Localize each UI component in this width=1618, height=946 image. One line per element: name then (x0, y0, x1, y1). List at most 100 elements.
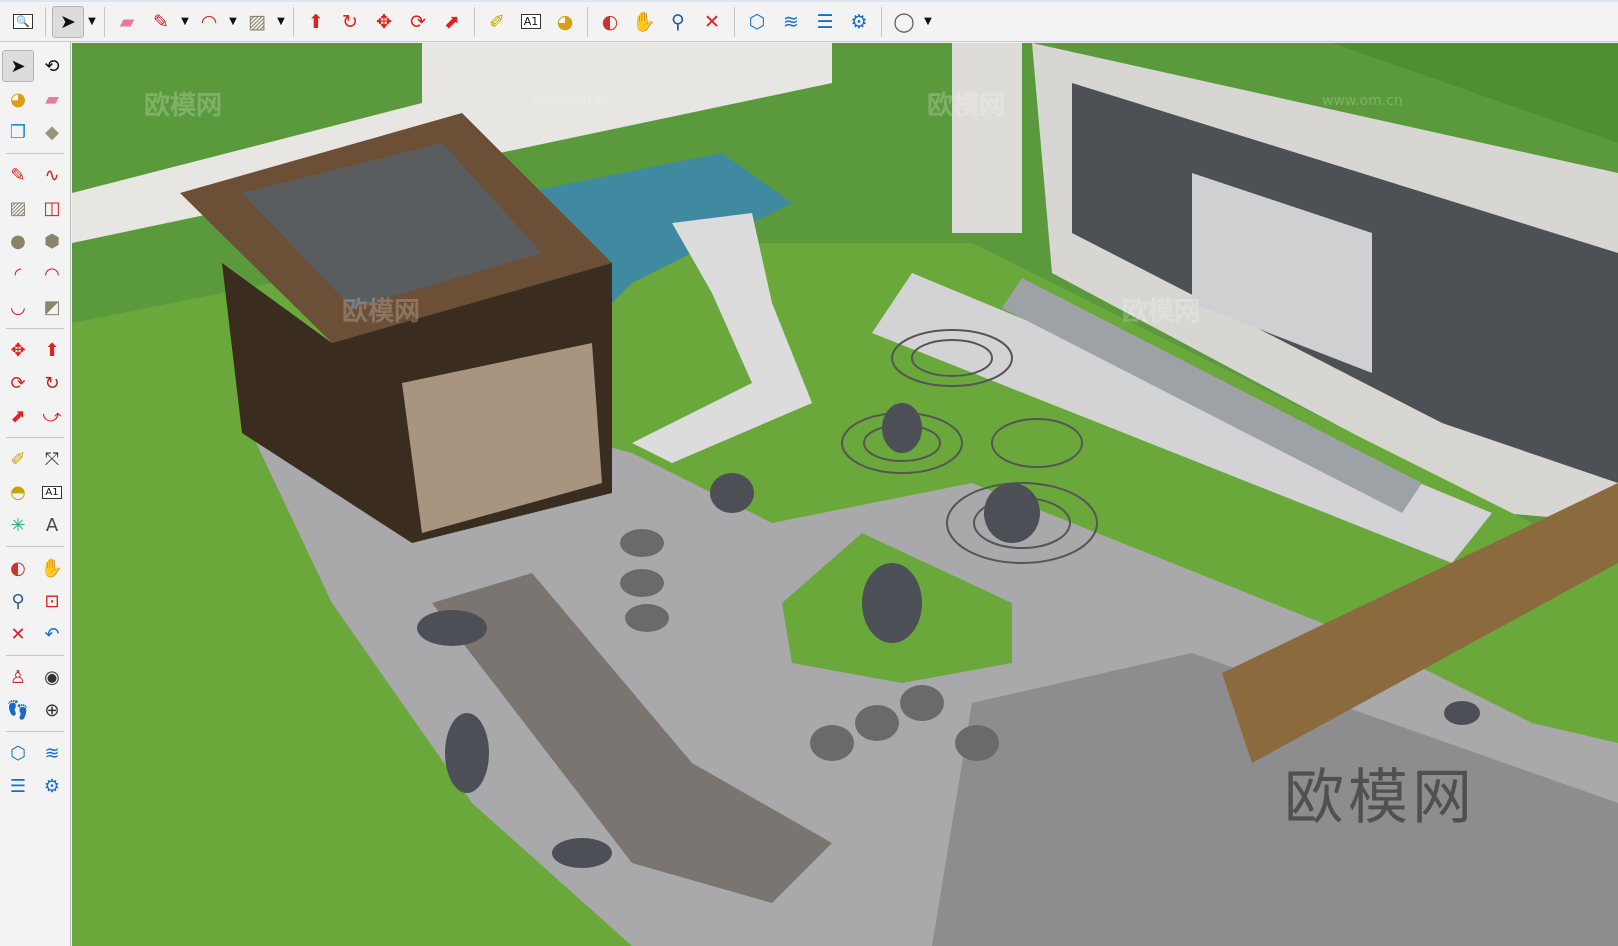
offset-button[interactable]: ⤻ (36, 400, 68, 432)
position-camera-button[interactable]: ♙ (2, 661, 34, 693)
zoom-button[interactable]: 🔍 (7, 6, 39, 38)
previous-view-button[interactable]: ↶ (36, 618, 68, 650)
eraser-button[interactable]: ▰ (111, 6, 143, 38)
select-button[interactable]: ➤ (52, 5, 84, 38)
chevron-down-icon[interactable]: ▼ (85, 16, 99, 27)
pencil-button[interactable]: ✎ (145, 6, 177, 38)
3d-warehouse-button[interactable]: ⬡ (2, 737, 34, 769)
toolbar-separator (6, 328, 64, 329)
pan-icon: ✋ (632, 11, 656, 33)
make-component-button[interactable]: ❒ (2, 116, 34, 148)
eraser-button[interactable]: ▰ (36, 83, 68, 115)
layout-button[interactable]: ☰ (2, 770, 34, 802)
tool-group: ⬡ ≋ ☰ ⚙ (2, 737, 68, 802)
rotate-button[interactable]: ⟳ (402, 6, 434, 38)
toolbar-separator (6, 546, 64, 547)
two-point-arc-icon: ◠ (44, 263, 60, 285)
chevron-down-icon[interactable]: ▼ (226, 16, 240, 27)
move-button[interactable]: ✥ (368, 6, 400, 38)
zoom-button[interactable]: ⚲ (2, 585, 34, 617)
push-pull-icon: ⬆ (308, 10, 324, 33)
toolbar-separator (6, 731, 64, 732)
toolbar-separator (104, 6, 105, 37)
rectangle-icon: ▨ (9, 197, 27, 219)
paint-bucket-button[interactable]: ◕ (2, 83, 34, 115)
3d-model-viewport[interactable]: 欧模网 欧模网 欧模网 欧模网 www.om.cn www.om.cn 欧模网 (72, 43, 1618, 946)
select-icon: ➤ (10, 55, 26, 77)
freehand-button[interactable]: ∿ (36, 159, 68, 191)
follow-me-button[interactable]: ↻ (334, 6, 366, 38)
zoom-extents-button[interactable]: ✕ (2, 618, 34, 650)
account-button[interactable]: ◯ (888, 6, 920, 38)
push-pull-button[interactable]: ⬆ (300, 6, 332, 38)
chevron-down-icon[interactable]: ▼ (178, 16, 192, 27)
zoom-tool-button[interactable]: ⚲ (662, 6, 694, 38)
paint-bucket-button[interactable]: ◕ (549, 6, 581, 38)
three-point-arc-button[interactable]: ◡ (2, 291, 34, 323)
paint-bucket-icon: ◕ (10, 88, 26, 110)
3d-text-button[interactable]: A (36, 509, 68, 541)
extension-warehouse-icon: ≋ (44, 742, 60, 764)
toolbar-separator (45, 6, 46, 37)
look-around-button[interactable]: ◉ (36, 661, 68, 693)
orbit-icon: ◐ (601, 10, 619, 33)
zoom-extents-button[interactable]: ✕ (696, 6, 728, 38)
move-button[interactable]: ✥ (2, 334, 34, 366)
tool-group: ✐ ⤧ ◓ A1 ✳ A (2, 443, 68, 541)
move-icon: ✥ (10, 339, 26, 361)
3d-warehouse-icon: ⬡ (10, 742, 26, 764)
arc-icon: ◠ (200, 10, 218, 33)
eraser-icon: ▰ (45, 88, 59, 110)
pencil-icon: ✎ (153, 10, 169, 33)
tape-measure-button[interactable]: ✐ (2, 443, 34, 475)
axes-button[interactable]: ✳ (2, 509, 34, 541)
eraser-icon: ▰ (119, 10, 135, 33)
freehand-icon: ∿ (44, 164, 60, 186)
polygon-icon: ⬢ (44, 230, 60, 252)
chevron-down-icon[interactable]: ▼ (274, 16, 288, 27)
layout-button[interactable]: ☰ (809, 6, 841, 38)
extension-manager-button[interactable]: ⚙ (843, 6, 875, 38)
text-button[interactable]: A1 (36, 476, 68, 508)
text-button[interactable]: A1 (515, 6, 547, 38)
chevron-down-icon[interactable]: ▼ (921, 16, 935, 27)
pan-button[interactable]: ✋ (36, 552, 68, 584)
pan-button[interactable]: ✋ (628, 6, 660, 38)
3d-warehouse-button[interactable]: ⬡ (741, 6, 773, 38)
follow-me-button[interactable]: ↻ (36, 367, 68, 399)
dimension-button[interactable]: ⤧ (36, 443, 68, 475)
scale-button[interactable]: ⬈ (2, 400, 34, 432)
extension-warehouse-button[interactable]: ≋ (36, 737, 68, 769)
rectangle-button[interactable]: ▨ (2, 192, 34, 224)
scale-button[interactable]: ⬈ (436, 6, 468, 38)
position-camera-icon: ♙ (9, 666, 27, 688)
polygon-button[interactable]: ⬢ (36, 225, 68, 257)
circle-button[interactable]: ● (2, 225, 34, 257)
protractor-button[interactable]: ◓ (2, 476, 34, 508)
select-button[interactable]: ➤ (2, 50, 34, 82)
tag-button[interactable]: ◆ (36, 116, 68, 148)
move-icon: ✥ (376, 10, 392, 33)
orbit-select-button[interactable]: ⟲ (36, 50, 68, 82)
arc-button[interactable]: ◠ (193, 6, 225, 38)
rotated-rectangle-button[interactable]: ◫ (36, 192, 68, 224)
circle-icon: ● (10, 230, 26, 252)
zoom-window-button[interactable]: ⊡ (36, 585, 68, 617)
extension-warehouse-button[interactable]: ≋ (775, 6, 807, 38)
push-pull-button[interactable]: ⬆ (36, 334, 68, 366)
tool-group: ◐ ✋ ⚲ ⊡ ✕ ↶ (2, 552, 68, 650)
orbit-button[interactable]: ◐ (2, 552, 34, 584)
two-point-arc-button[interactable]: ◠ (36, 258, 68, 290)
arc-button[interactable]: ◜ (2, 258, 34, 290)
tape-measure-icon: ✐ (489, 10, 505, 33)
pie-button[interactable]: ◩ (36, 291, 68, 323)
walk-button[interactable]: 👣 (2, 694, 34, 726)
pencil-button[interactable]: ✎ (2, 159, 34, 191)
text-icon: A1 (520, 14, 542, 29)
tape-measure-button[interactable]: ✐ (481, 6, 513, 38)
rectangle-button[interactable]: ▨ (241, 6, 273, 38)
section-plane-button[interactable]: ⊕ (36, 694, 68, 726)
extension-manager-button[interactable]: ⚙ (36, 770, 68, 802)
rotate-button[interactable]: ⟳ (2, 367, 34, 399)
orbit-button[interactable]: ◐ (594, 6, 626, 38)
